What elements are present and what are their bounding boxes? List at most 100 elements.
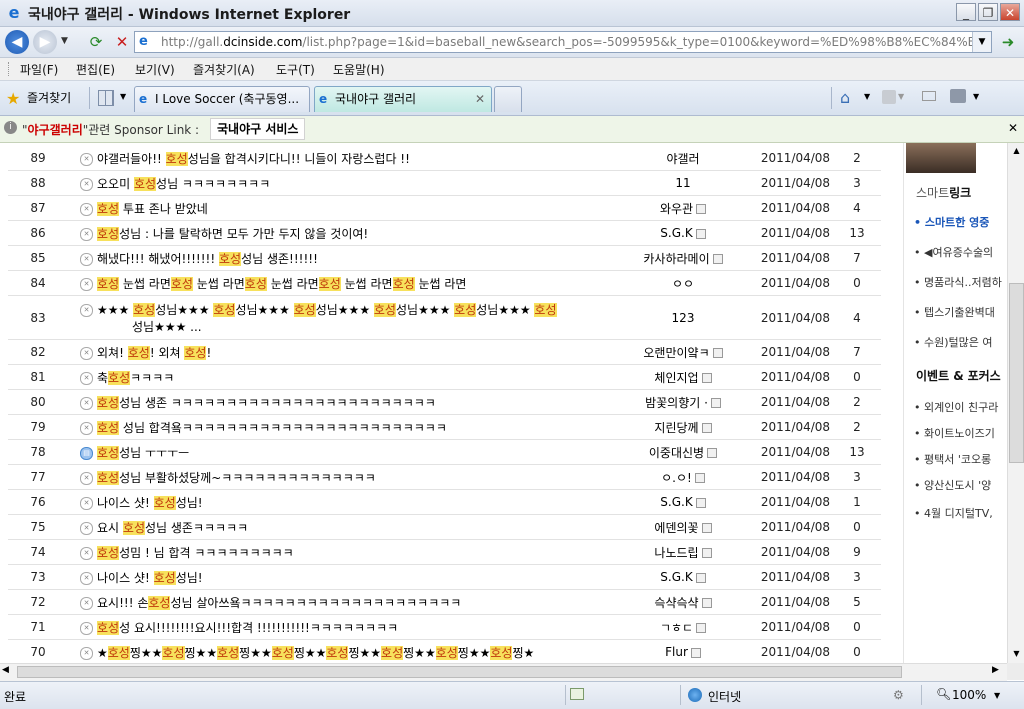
horizontal-scrollbar[interactable]: ◀ ▶	[0, 663, 1007, 681]
post-title[interactable]: ✕ 야갤러들아!! 호성성님을 합격시키다니!! 니들이 자랑스럽다 !!	[68, 146, 608, 171]
author-name[interactable]: 체인지업	[608, 364, 758, 390]
zoom-icon[interactable]: 🔍︎	[936, 687, 951, 701]
post-title[interactable]: ✕ 호성 투표 존나 받았네	[68, 195, 608, 221]
author-name[interactable]: 지린당께	[608, 414, 758, 440]
table-row[interactable]: 70 ✕ ★호성찡★★호성찡★★호성찡★★호성찡★★호성찡★★호성찡★★호성찡★★호…	[8, 639, 881, 663]
post-title[interactable]: ✕ ★★★ 호성성님★★★ 호성성님★★★ 호성성님★★★ 호성성님★★★ 호성성…	[68, 295, 608, 340]
go-arrow-icon[interactable]: ➜	[997, 32, 1019, 52]
table-row[interactable]: 73 ✕ 나이스 샷! 호성성님! S.G.K 2011/04/08 3	[8, 564, 881, 590]
scroll-up-icon[interactable]: ▲	[1009, 143, 1024, 159]
feeds-dropdown-icon[interactable]: ▼	[898, 92, 904, 101]
table-row[interactable]: 79 ✕ 호성 성님 합격욬ㅋㅋㅋㅋㅋㅋㅋㅋㅋㅋㅋㅋㅋㅋㅋㅋㅋㅋㅋㅋㅋㅋㅋㅋ 지린당께…	[8, 414, 881, 440]
address-dropdown-icon[interactable]: ▼	[972, 32, 991, 52]
close-window-button[interactable]: ✕	[1000, 3, 1020, 21]
author-name[interactable]: 슥샥슥샥	[608, 589, 758, 615]
menu-help[interactable]: 도움말(H)	[333, 61, 385, 78]
vertical-scroll-thumb[interactable]	[1009, 283, 1024, 463]
table-row[interactable]: 77 ✕ 호성성님 부활하셨당께~ㅋㅋㅋㅋㅋㅋㅋㅋㅋㅋㅋㅋㅋㅋ ㅇ.ㅇ! 2011/04…	[8, 464, 881, 490]
refresh-icon[interactable]: ⟳	[86, 32, 106, 52]
sponsor-close-icon[interactable]: ✕	[1008, 121, 1018, 135]
menu-tools[interactable]: 도구(T)	[276, 61, 315, 78]
table-row[interactable]: 74 ✕ 호성성밈 ! 님 합격 ㅋㅋㅋㅋㅋㅋㅋㅋㅋ 나노드립 2011/04/08 9	[8, 539, 881, 565]
author-name[interactable]: 오랜만이얔ㅋ	[608, 339, 758, 365]
table-row[interactable]: 87 ✕ 호성 투표 존나 받았네 와우관 2011/04/08 4	[8, 195, 881, 221]
post-title[interactable]: ✕ 호성성님 부활하셨당께~ㅋㅋㅋㅋㅋㅋㅋㅋㅋㅋㅋㅋㅋㅋ	[68, 464, 608, 490]
zoom-dropdown-icon[interactable]: ▼	[994, 691, 1000, 700]
event-link[interactable]: • 양산신도시 '양	[914, 477, 991, 493]
table-row[interactable]: 76 ✕ 나이스 샷! 호성성님! S.G.K 2011/04/08 1	[8, 489, 881, 515]
post-title[interactable]: ✕ 호성성 요시!!!!!!!!요시!!!합격 !!!!!!!!!!!ㅋㅋㅋㅋㅋㅋ…	[68, 614, 608, 640]
author-name[interactable]: 와우관	[608, 195, 758, 221]
author-name[interactable]: Flur	[608, 639, 758, 663]
back-button[interactable]: ◀	[5, 30, 29, 54]
post-title[interactable]: ✕ 오오미 호성성님 ㅋㅋㅋㅋㅋㅋㅋㅋ	[68, 170, 608, 196]
table-row[interactable]: 71 ✕ 호성성 요시!!!!!!!!요시!!!합격 !!!!!!!!!!!ㅋㅋㅋㅋ…	[8, 614, 881, 640]
post-title[interactable]: ▤ 호성성님 ㅜㅜㅜㅡ	[68, 439, 608, 465]
table-row[interactable]: 85 ✕ 해냈다!!! 해냈어!!!!!!! 호성성님 생존!!!!!! 카사하라메이…	[8, 245, 881, 271]
author-name[interactable]: 이중대신병	[608, 439, 758, 465]
mail-icon[interactable]	[922, 91, 936, 101]
post-title[interactable]: ✕ 요시!!! 손호성성님 살아쓰욬ㅋㅋㅋㅋㅋㅋㅋㅋㅋㅋㅋㅋㅋㅋㅋㅋㅋㅋㅋㅋ	[68, 589, 608, 615]
address-url[interactable]: http://gall.dcinside.com/list.php?page=1…	[161, 35, 984, 49]
table-row[interactable]: 81 ✕ 축호성ㅋㅋㅋㅋ 체인지업 2011/04/08 0	[8, 364, 881, 390]
post-title[interactable]: ✕ 호성성님 생존 ㅋㅋㅋㅋㅋㅋㅋㅋㅋㅋㅋㅋㅋㅋㅋㅋㅋㅋㅋㅋㅋㅋㅋㅋ	[68, 389, 608, 415]
author-name[interactable]: 에덴의꽃	[608, 514, 758, 540]
tab-i-love-soccer[interactable]: e I Love Soccer (축구동영...	[134, 86, 310, 112]
address-bar[interactable]: e http://gall.dcinside.com/list.php?page…	[134, 31, 992, 53]
author-name[interactable]: ㅇㅇ	[608, 270, 758, 296]
vertical-scrollbar[interactable]: ▲ ▼	[1007, 143, 1024, 663]
maximize-button[interactable]: ❐	[978, 3, 998, 21]
author-name[interactable]: 123	[608, 295, 758, 340]
security-icon[interactable]: ⚙	[893, 688, 904, 702]
author-name[interactable]: 카사하라메이	[608, 245, 758, 271]
post-title[interactable]: ✕ 호성성밈 ! 님 합격 ㅋㅋㅋㅋㅋㅋㅋㅋㅋ	[68, 539, 608, 565]
menu-view[interactable]: 보기(V)	[135, 61, 175, 78]
event-link[interactable]: • 화이트노이즈기	[914, 425, 995, 441]
stop-icon[interactable]: ✕	[112, 32, 132, 52]
side-link[interactable]: • 텝스기출완벽대	[914, 304, 995, 320]
print-dropdown-icon[interactable]: ▼	[973, 92, 979, 101]
menu-edit[interactable]: 편집(E)	[76, 61, 115, 78]
author-name[interactable]: S.G.K	[608, 564, 758, 590]
author-name[interactable]: 야갤러	[608, 146, 758, 171]
table-row[interactable]: 84 ✕ 호성 눈썹 라면호성 눈썹 라면호성 눈썹 라면호성 눈썹 라면호성 눈썹…	[8, 270, 881, 296]
post-title[interactable]: ✕ 요시 호성성님 생존ㅋㅋㅋㅋㅋ	[68, 514, 608, 540]
feeds-icon[interactable]	[882, 90, 896, 104]
side-link[interactable]: • 수원)털많은 여	[914, 334, 993, 350]
post-title[interactable]: ✕ 축호성ㅋㅋㅋㅋ	[68, 364, 608, 390]
side-link[interactable]: • 스마트한 영중	[914, 214, 989, 230]
table-row[interactable]: 86 ✕ 호성성님 : 나를 탈락하면 모두 가만 두지 않을 것이여! S.G.K 2…	[8, 220, 881, 246]
table-row[interactable]: 83 ✕ ★★★ 호성성님★★★ 호성성님★★★ 호성성님★★★ 호성성님★★★ 호…	[8, 295, 881, 340]
side-link[interactable]: • ◀여유증수술의	[914, 244, 993, 260]
scroll-right-icon[interactable]: ▶	[992, 665, 999, 675]
author-name[interactable]: S.G.K	[608, 220, 758, 246]
favorites-star-icon[interactable]: ★	[6, 89, 20, 108]
table-row[interactable]: 89 ✕ 야갤러들아!! 호성성님을 합격시키다니!! 니들이 자랑스럽다 !! 야갤…	[8, 146, 881, 171]
post-title[interactable]: ✕ 외쳐! 호성! 외쳐 호성!	[68, 339, 608, 365]
author-name[interactable]: 나노드립	[608, 539, 758, 565]
post-title[interactable]: ✕ 호성 성님 합격욬ㅋㅋㅋㅋㅋㅋㅋㅋㅋㅋㅋㅋㅋㅋㅋㅋㅋㅋㅋㅋㅋㅋㅋㅋ	[68, 414, 608, 440]
forward-button[interactable]: ▶	[33, 30, 57, 54]
table-row[interactable]: 75 ✕ 요시 호성성님 생존ㅋㅋㅋㅋㅋ 에덴의꽃 2011/04/08 0	[8, 514, 881, 540]
print-icon[interactable]	[950, 89, 966, 103]
event-link[interactable]: • 4월 디지털TV,	[914, 505, 993, 521]
event-link[interactable]: • 평택서 '코오롱	[914, 451, 991, 467]
post-title[interactable]: ✕ ★호성찡★★호성찡★★호성찡★★호성찡★★호성찡★★호성찡★★호성찡★★호성찡…	[68, 639, 608, 663]
home-dropdown-icon[interactable]: ▼	[864, 92, 870, 101]
post-title[interactable]: ✕ 해냈다!!! 해냈어!!!!!!! 호성성님 생존!!!!!!	[68, 245, 608, 271]
minimize-button[interactable]: _	[956, 3, 976, 21]
post-title[interactable]: ✕ 나이스 샷! 호성성님!	[68, 489, 608, 515]
table-row[interactable]: 88 ✕ 오오미 호성성님 ㅋㅋㅋㅋㅋㅋㅋㅋ 11 2011/04/08 3	[8, 170, 881, 196]
zoom-level[interactable]: 100%	[952, 688, 986, 702]
table-row[interactable]: 82 ✕ 외쳐! 호성! 외쳐 호성! 오랜만이얔ㅋ 2011/04/08 7	[8, 339, 881, 365]
author-name[interactable]: 11	[608, 170, 758, 196]
scroll-down-icon[interactable]: ▼	[1009, 646, 1024, 662]
author-name[interactable]: S.G.K	[608, 489, 758, 515]
author-name[interactable]: ㄱㅎㄷ	[608, 614, 758, 640]
table-row[interactable]: 78 ▤ 호성성님 ㅜㅜㅜㅡ 이중대신병 2011/04/08 13	[8, 439, 881, 465]
history-dropdown-icon[interactable]: ▼	[61, 36, 68, 46]
favorites-button[interactable]: 즐겨찾기	[27, 89, 71, 106]
horizontal-scroll-thumb[interactable]	[17, 666, 902, 678]
scroll-left-icon[interactable]: ◀	[2, 665, 9, 675]
side-link[interactable]: • 명품라식..저렴하	[914, 274, 1002, 290]
